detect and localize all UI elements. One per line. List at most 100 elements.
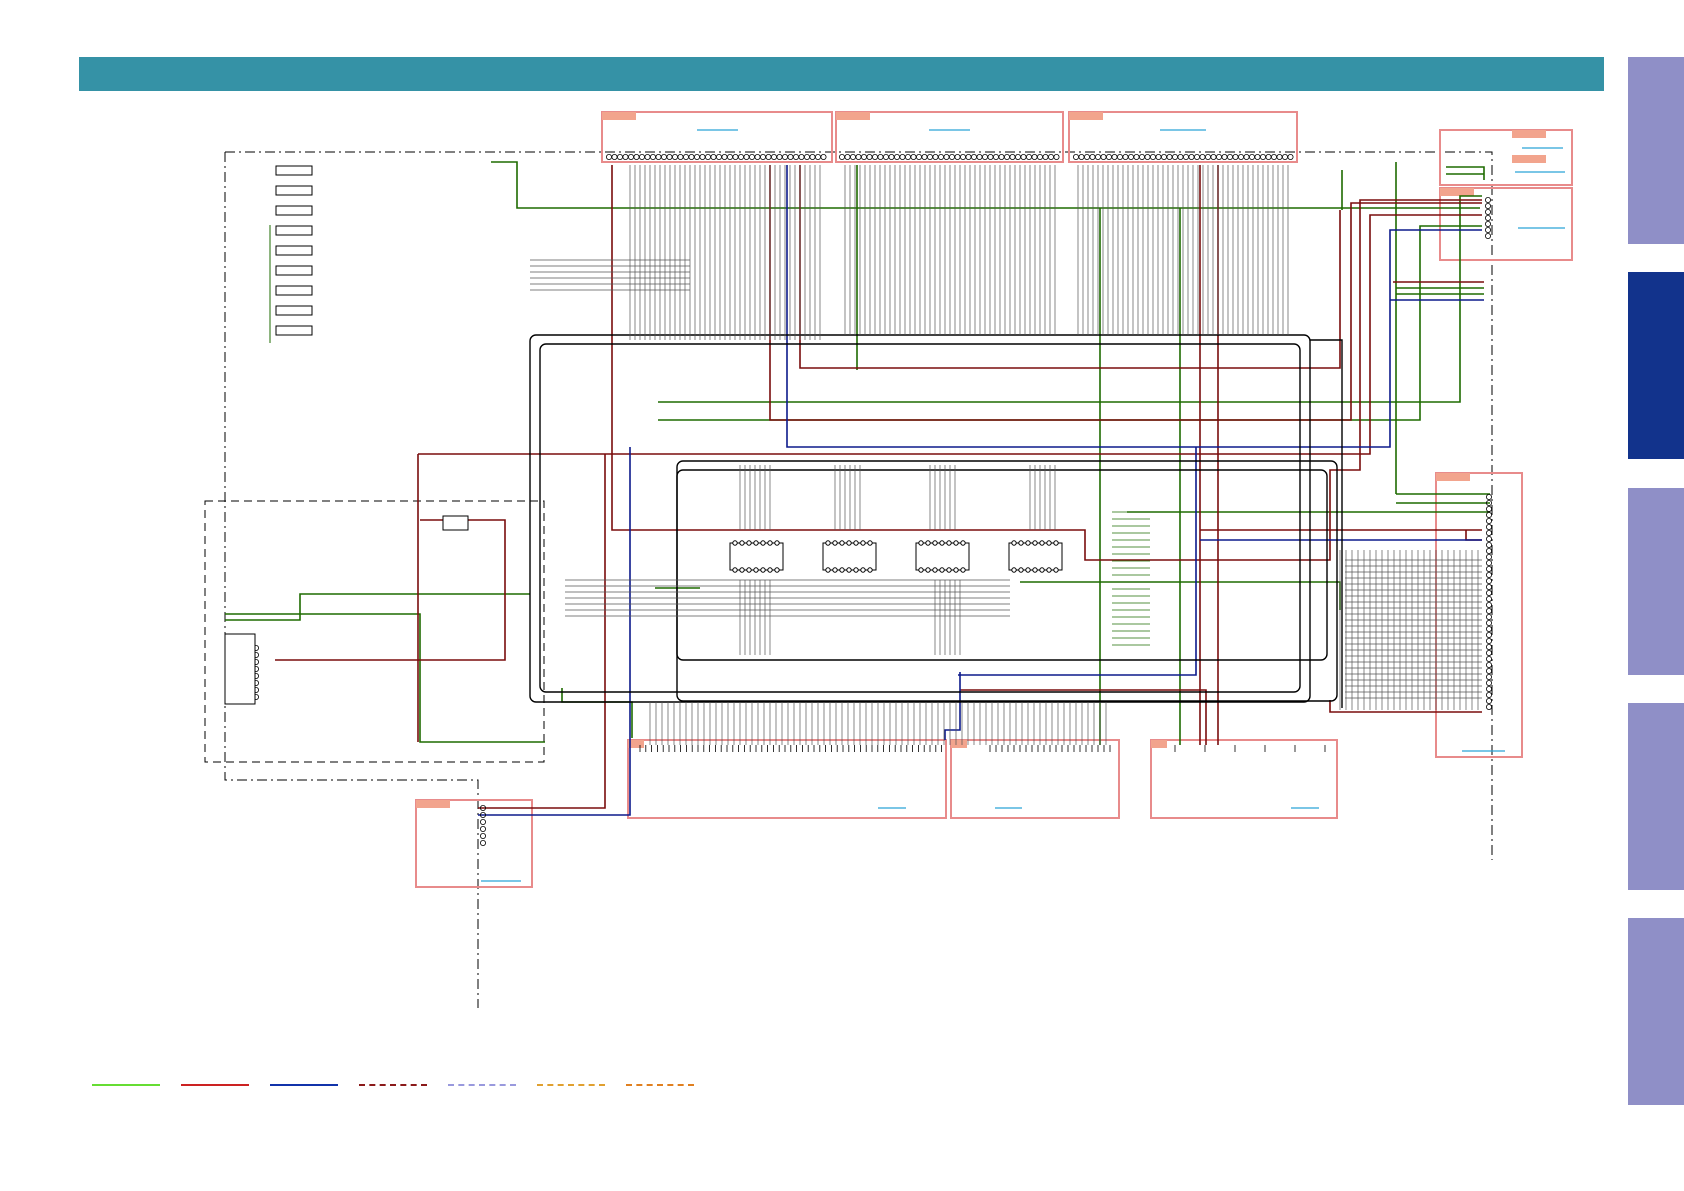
connector-pin <box>727 153 734 160</box>
connector-pin <box>954 153 961 160</box>
blue-wiring <box>478 165 1484 816</box>
connector-pin <box>1095 153 1102 160</box>
connector-pin <box>716 153 723 160</box>
connector-pin <box>998 153 1005 160</box>
connector-pin <box>1486 686 1493 693</box>
connector-pin <box>1486 602 1493 609</box>
connector-pin <box>1486 650 1493 657</box>
connector-pin <box>1485 196 1492 203</box>
connector-pin <box>705 153 712 160</box>
connector-pin <box>894 153 901 160</box>
connector-pin <box>479 840 486 847</box>
connector-pin <box>743 153 750 160</box>
connector-pin <box>1144 153 1151 160</box>
ic-chips <box>729 540 1063 573</box>
connector-pin <box>611 153 618 160</box>
connector-pin <box>861 153 868 160</box>
connector-pin <box>1485 232 1492 239</box>
connector-pin <box>987 153 994 160</box>
connector-pin <box>1485 202 1492 209</box>
connector-pin <box>804 153 811 160</box>
connector-pin <box>872 153 879 160</box>
crystal <box>442 515 469 531</box>
legend-line-7 <box>626 1084 694 1086</box>
connector-pin <box>1486 590 1493 597</box>
connector-pin <box>1015 153 1022 160</box>
connector-pin <box>1486 584 1493 591</box>
connector-pin <box>927 153 934 160</box>
connector-pin <box>1486 560 1493 567</box>
ic-chip <box>1008 540 1063 573</box>
connector-pin <box>1216 153 1223 160</box>
connector-pin <box>1161 153 1168 160</box>
connector-pin <box>1486 680 1493 687</box>
connector-pin <box>839 153 846 160</box>
connector-pin <box>765 153 772 160</box>
connector-pin <box>644 153 651 160</box>
connector-pin <box>606 153 613 160</box>
connector-pin <box>1188 153 1195 160</box>
label-box <box>275 185 313 196</box>
connector-pin <box>1254 153 1261 160</box>
connector-pin <box>844 153 851 160</box>
connector-pin <box>1117 153 1124 160</box>
connector-pin <box>1227 153 1234 160</box>
connector-pin <box>960 153 967 160</box>
ic-chip <box>729 540 784 573</box>
connector-pin <box>683 153 690 160</box>
legend-line-5 <box>448 1084 516 1086</box>
connector-pin <box>1199 153 1206 160</box>
connector-pin <box>1106 153 1113 160</box>
connector-pin <box>1243 153 1250 160</box>
connector-pin <box>1265 153 1272 160</box>
connector-pin <box>1122 153 1129 160</box>
connector-pin <box>910 153 917 160</box>
connector-pin <box>1048 153 1055 160</box>
legend-line-2 <box>181 1084 249 1086</box>
connector-pin <box>738 153 745 160</box>
connector-pin <box>949 153 956 160</box>
legend-line-1 <box>92 1084 160 1086</box>
connector-pin <box>1486 674 1493 681</box>
connector-pin <box>1177 153 1184 160</box>
connector-pin <box>1486 638 1493 645</box>
schematic-diagram <box>204 111 1573 1008</box>
connector-pin <box>971 153 978 160</box>
connector-pin <box>1004 153 1011 160</box>
connector-pin <box>1287 153 1294 160</box>
connector-pin <box>1276 153 1283 160</box>
connector-pin <box>666 153 673 160</box>
connector-pin <box>749 153 756 160</box>
connector-pin <box>1486 518 1493 525</box>
connector-pin <box>820 153 827 160</box>
connector-pin <box>1486 578 1493 585</box>
connector-pin <box>479 826 486 833</box>
label-box <box>275 265 313 276</box>
legend-line-6 <box>537 1084 605 1086</box>
connector-pin <box>1155 153 1162 160</box>
connector-pin <box>1486 608 1493 615</box>
connector-pin <box>1486 572 1493 579</box>
connector-pin <box>1194 153 1201 160</box>
connector-pin <box>1026 153 1033 160</box>
connector-pin <box>655 153 662 160</box>
connector-pin <box>1020 153 1027 160</box>
connector-pin <box>1486 530 1493 537</box>
connector-pin <box>1486 704 1493 711</box>
label-box <box>275 305 313 316</box>
connector-pin <box>661 153 668 160</box>
connector-pin <box>677 153 684 160</box>
legend-line-3 <box>270 1084 338 1086</box>
connector-pin <box>1486 596 1493 603</box>
connector-pin <box>921 153 928 160</box>
connector-pin <box>1210 153 1217 160</box>
label-box <box>275 285 313 296</box>
connector-pin <box>815 153 822 160</box>
label-box <box>275 225 313 236</box>
connector-pin <box>1183 153 1190 160</box>
connector-pin <box>1485 214 1492 221</box>
connector-pin <box>809 153 816 160</box>
connector-pin <box>798 153 805 160</box>
connector-pin <box>943 153 950 160</box>
connector-pin <box>1486 566 1493 573</box>
